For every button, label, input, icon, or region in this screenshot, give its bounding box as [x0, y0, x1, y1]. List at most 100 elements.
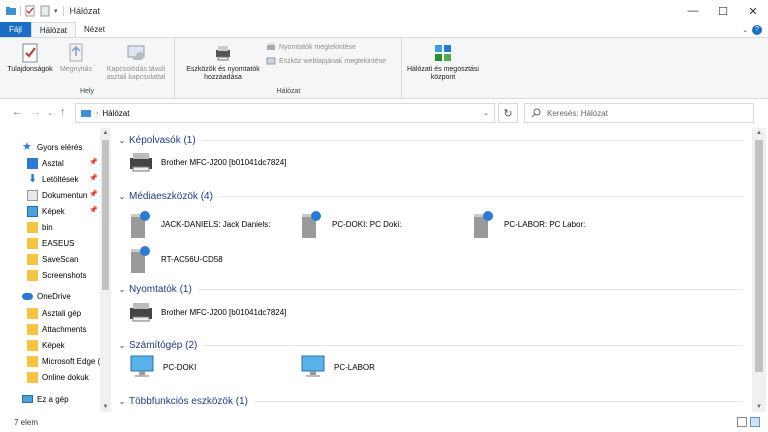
search-placeholder: Keresés: Hálózat: [547, 108, 608, 118]
network-center-label: Hálózati és megosztási központ: [407, 66, 479, 81]
sidebar-item-kepek-onedrive[interactable]: Képek: [27, 337, 65, 353]
item-label: PC-LABOR: PC Labor:: [504, 219, 586, 229]
up-arrow-icon[interactable]: ↑: [60, 106, 66, 118]
content-pane: ⌄ Képolvasók (1) Brother MFC-J200 [b0104…: [113, 128, 753, 412]
view-device-webpage-button[interactable]: Eszköz weblapjának megtekintése: [266, 56, 386, 66]
tab-file[interactable]: Fájl: [0, 22, 31, 37]
tab-network[interactable]: Hálózat: [30, 22, 77, 37]
collapse-chevron-icon[interactable]: ⌄: [115, 397, 129, 406]
quick-access-toolbar: ▾: [0, 0, 64, 22]
add-devices-button[interactable]: Eszközök és nyomtatók hozzáadása: [178, 42, 268, 82]
properties-check-icon[interactable]: [24, 5, 36, 17]
folder-icon: [27, 253, 38, 265]
sidebar-item-desktop[interactable]: Asztal: [27, 155, 64, 171]
sidebar-label: Letöltések: [42, 174, 79, 184]
sidebar-item-attachments[interactable]: Attachments: [27, 321, 86, 337]
back-arrow-icon[interactable]: ←: [12, 106, 23, 118]
help-icon[interactable]: ?: [752, 24, 762, 35]
pin-icon[interactable]: 📌: [89, 158, 98, 166]
cloud-icon: [22, 292, 33, 300]
content-scrollbar[interactable]: ▲ ▼: [752, 128, 766, 412]
qa-dropdown-icon[interactable]: ▾: [54, 7, 58, 15]
sidebar-label: Attachments: [42, 324, 87, 334]
list-item[interactable]: PC-LABOR: PC Labor:: [470, 207, 585, 241]
new-folder-icon[interactable]: [39, 5, 51, 17]
sidebar-scrollbar[interactable]: ▲ ▼: [100, 128, 111, 412]
scroll-down-icon[interactable]: ▼: [100, 404, 111, 410]
group-title: Képolvasók (1): [129, 134, 196, 146]
sidebar-item-this-pc[interactable]: Ez a gép: [22, 391, 69, 407]
sidebar-item-savescan[interactable]: SaveScan: [27, 251, 78, 267]
properties-label: Tulajdonságok: [7, 66, 53, 73]
content-scroll-thumb[interactable]: [755, 140, 763, 372]
remote-desktop-button[interactable]: Kapcsolódás távoli asztali kapcsolattal: [100, 42, 172, 82]
sidebar-item-pictures[interactable]: Képek: [27, 203, 65, 219]
open-label: Megnyitás: [60, 66, 92, 73]
recent-dropdown-icon[interactable]: ⌄: [47, 109, 53, 117]
printer-icon: [130, 303, 152, 322]
group-title: Számítógép (2): [129, 339, 198, 351]
view-printers-button[interactable]: Nyomtatók megtekintése: [266, 42, 356, 52]
tab-view[interactable]: Nézet: [76, 22, 113, 37]
sidebar-label: Dokumentun: [42, 190, 88, 200]
address-box[interactable]: › Hálózat ⌄: [75, 103, 495, 123]
group-header-computers[interactable]: ⌄ Számítógép (2): [113, 338, 743, 352]
sidebar-item-asztali-gep[interactable]: Asztali gép: [27, 305, 81, 321]
list-item[interactable]: Brother MFC-J200 [b01041dc7824]: [127, 295, 286, 329]
network-center-button[interactable]: Hálózati és megosztási központ: [405, 42, 481, 82]
sidebar-item-downloads[interactable]: ⬇ Letöltések: [27, 171, 79, 187]
forward-arrow-icon[interactable]: →: [30, 106, 41, 118]
search-box[interactable]: Keresés: Hálózat: [524, 103, 754, 123]
sidebar-item-quick-access[interactable]: ★ Gyors elérés: [22, 139, 82, 155]
sidebar-item-easeus[interactable]: EASEUS: [27, 235, 74, 251]
star-icon: ★: [22, 140, 32, 153]
sidebar-item-onedrive[interactable]: OneDrive: [22, 288, 71, 304]
collapse-chevron-icon[interactable]: ⌄: [115, 136, 129, 145]
list-item[interactable]: Brother MFC-J200 [b01041dc7824]: [127, 145, 286, 179]
sidebar-item-documents[interactable]: Dokumentun: [27, 187, 87, 203]
group-header-media-devices[interactable]: ⌄ Médiaeszközök (4): [113, 189, 743, 203]
maximize-button[interactable]: ☐: [708, 0, 738, 22]
sidebar-item-edge[interactable]: Microsoft Edge (: [27, 353, 100, 369]
sidebar-item-screenshots[interactable]: Screenshots: [27, 267, 86, 283]
list-item[interactable]: PC-DOKI: [127, 350, 196, 384]
details-view-icon[interactable]: [737, 417, 747, 427]
pin-icon[interactable]: 📌: [89, 190, 98, 198]
properties-button[interactable]: Tulajdonságok: [6, 42, 54, 74]
folder-icon: [27, 355, 38, 367]
device-webpage-icon: [266, 57, 276, 65]
list-item[interactable]: JACK-DANIELS: Jack Daniels:: [127, 207, 270, 241]
sidebar-label: Online dokuk: [42, 372, 89, 382]
network-icon: [81, 109, 91, 117]
collapse-chevron-icon[interactable]: ⌄: [115, 285, 129, 294]
open-button[interactable]: Megnyitás: [56, 42, 96, 74]
list-item[interactable]: RT-AC56U-CD58: [127, 242, 223, 276]
ribbon: Tulajdonságok Megnyitás Kapcsolódás távo…: [0, 37, 768, 99]
media-server-icon: [474, 211, 493, 238]
collapse-ribbon-icon[interactable]: ⌄: [742, 26, 748, 34]
pin-icon[interactable]: 📌: [89, 174, 98, 182]
refresh-button[interactable]: ↻: [498, 103, 518, 123]
scroll-up-icon[interactable]: ▲: [752, 130, 766, 136]
group-header-multifunction[interactable]: ⌄ Többfunkciós eszközök (1): [113, 394, 743, 408]
address-dropdown-icon[interactable]: ⌄: [483, 109, 489, 117]
sidebar-item-online-dokuk[interactable]: Online dokuk: [27, 369, 89, 385]
sidebar-item-bin[interactable]: bin: [27, 219, 53, 235]
collapse-chevron-icon[interactable]: ⌄: [115, 192, 129, 201]
minimize-button[interactable]: —: [678, 0, 708, 22]
computer-icon: [301, 355, 325, 377]
pin-icon[interactable]: 📌: [89, 206, 98, 214]
close-button[interactable]: ✕: [738, 0, 768, 22]
collapse-chevron-icon[interactable]: ⌄: [115, 341, 129, 350]
network-center-icon: [435, 45, 451, 61]
scroll-up-icon[interactable]: ▲: [100, 130, 111, 136]
computer-icon: [130, 355, 154, 377]
folder-icon: [27, 307, 38, 319]
list-item[interactable]: PC-DOKI: PC Doki:: [298, 207, 401, 241]
group-header-printers[interactable]: ⌄ Nyomtatók (1): [113, 282, 743, 296]
large-icons-view-icon[interactable]: [750, 417, 760, 427]
list-item[interactable]: PC-LABOR: [298, 350, 375, 384]
scroll-down-icon[interactable]: ▼: [752, 404, 766, 410]
sidebar-scroll-thumb[interactable]: [102, 140, 109, 290]
status-bar: 7 elem: [0, 412, 768, 432]
